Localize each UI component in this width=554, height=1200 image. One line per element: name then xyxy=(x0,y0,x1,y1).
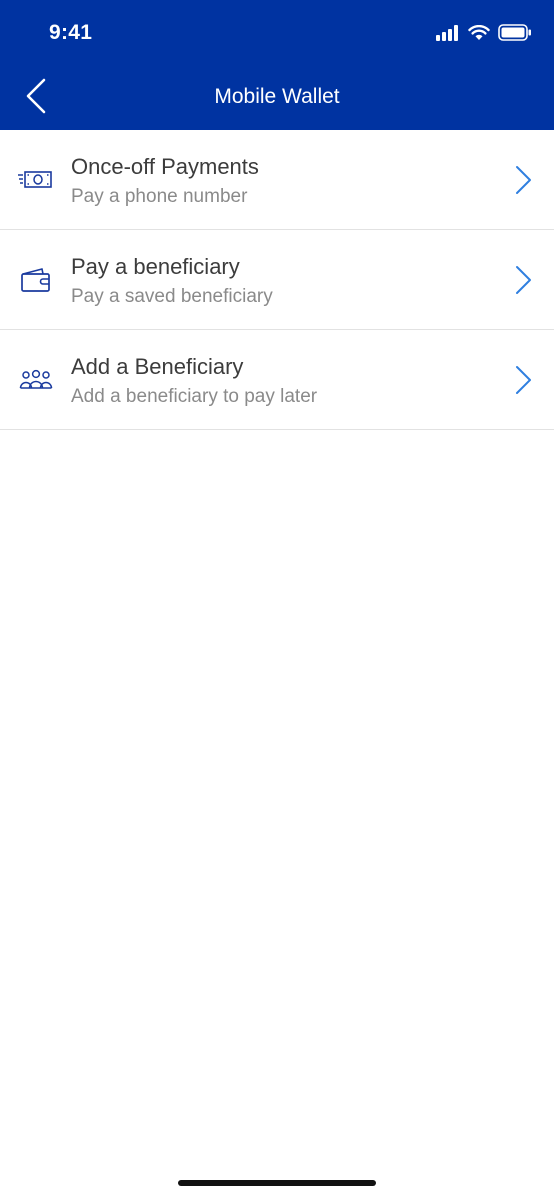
cash-payment-icon xyxy=(18,166,54,194)
menu-item-title: Once-off Payments xyxy=(71,154,259,179)
menu-item-subtitle: Pay a saved beneficiary xyxy=(71,286,273,307)
chevron-right-icon xyxy=(516,366,531,394)
app-header: 9:41 Mobile Wallet xyxy=(0,0,554,130)
signal-icon xyxy=(436,24,458,41)
page-title: Mobile Wallet xyxy=(214,85,340,108)
menu-item-title: Pay a beneficiary xyxy=(71,254,240,279)
chevron-right-icon xyxy=(516,266,531,294)
nav-bar: Mobile Wallet xyxy=(0,66,554,130)
menu-item-title: Add a Beneficiary xyxy=(71,354,244,379)
menu-item-add-beneficiary[interactable]: Add a Beneficiary Add a beneficiary to p… xyxy=(0,330,554,430)
status-time: 9:41 xyxy=(49,21,93,44)
people-group-icon xyxy=(18,366,54,394)
chevron-right-icon xyxy=(516,166,531,194)
battery-icon xyxy=(498,24,531,41)
menu-item-subtitle: Add a beneficiary to pay later xyxy=(71,386,318,407)
menu-item-once-off-payments[interactable]: Once-off Payments Pay a phone number xyxy=(0,130,554,230)
status-bar: 9:41 xyxy=(0,0,554,66)
menu-item-subtitle: Pay a phone number xyxy=(71,186,248,207)
home-indicator[interactable] xyxy=(178,1180,376,1186)
wifi-icon xyxy=(468,24,490,40)
menu-item-pay-beneficiary[interactable]: Pay a beneficiary Pay a saved beneficiar… xyxy=(0,230,554,330)
menu-list: Once-off Payments Pay a phone number Pay… xyxy=(0,130,554,430)
wallet-icon xyxy=(18,266,54,294)
status-icons xyxy=(436,24,532,41)
